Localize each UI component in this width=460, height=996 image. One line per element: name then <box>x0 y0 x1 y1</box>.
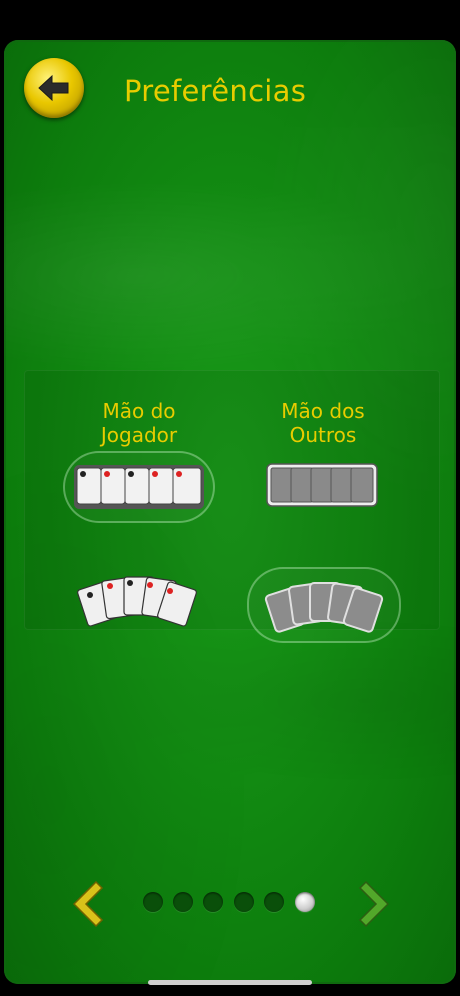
page-indicator <box>4 880 456 928</box>
next-page-button[interactable] <box>358 880 398 928</box>
others-hand-straight-option[interactable] <box>247 451 397 519</box>
straight-card-backs-icon <box>266 463 378 507</box>
player-hand-fanned-option[interactable] <box>63 567 211 631</box>
page-dot-6[interactable] <box>295 892 315 912</box>
page-dot-2[interactable] <box>173 892 193 912</box>
player-hand-straight-option[interactable] <box>63 451 215 523</box>
back-button[interactable] <box>24 58 84 118</box>
arrow-left-icon <box>38 74 69 102</box>
previous-page-button[interactable] <box>64 880 104 928</box>
page-dot-3[interactable] <box>203 892 223 912</box>
home-indicator <box>148 980 312 985</box>
straight-cards-icon <box>74 465 204 509</box>
others-hand-fanned-option[interactable] <box>247 567 401 643</box>
table-background: Preferências Mão do Jogador Mão dos Outr… <box>4 40 456 984</box>
page-dot-5[interactable] <box>264 892 284 912</box>
chevron-right-icon <box>358 880 390 928</box>
fanned-card-backs-icon <box>264 582 384 633</box>
player-hand-title: Mão do Jogador <box>100 399 178 447</box>
hand-display-preferences: Mão do Jogador Mão dos Outros <box>24 370 440 643</box>
chevron-left-icon <box>72 880 104 928</box>
page-dot-4[interactable] <box>234 892 254 912</box>
page-title: Preferências <box>124 74 307 108</box>
fanned-cards-icon <box>77 576 197 627</box>
others-hand-title: Mão dos Outros <box>281 399 365 447</box>
page-dot-1[interactable] <box>143 892 163 912</box>
